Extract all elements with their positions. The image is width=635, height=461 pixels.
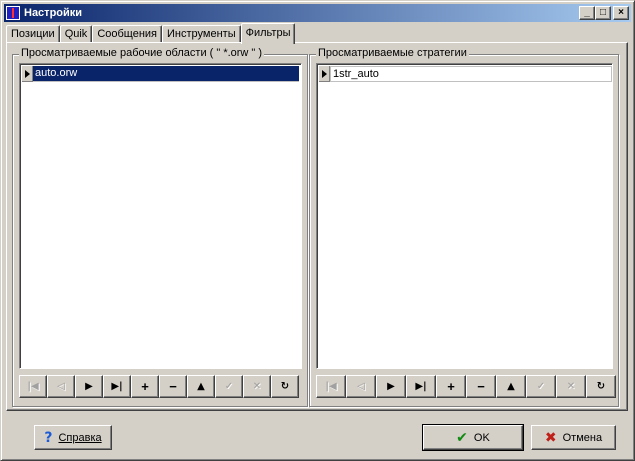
- plus-icon: +: [141, 379, 149, 394]
- post-record-button[interactable]: ✓: [526, 375, 556, 398]
- cancel-button-label: Отмена: [562, 431, 603, 444]
- workspaces-grid[interactable]: auto.orw: [19, 63, 302, 369]
- plus-icon: +: [447, 379, 455, 394]
- strategies-navigator: |◀ ◁ ▶ ▶| + − ▲ ✓ ✕ ↻: [316, 375, 616, 398]
- refresh-icon: ↻: [280, 380, 290, 392]
- first-record-button[interactable]: |◀: [19, 375, 47, 398]
- strategies-group-title: Просматриваемые стратегии: [316, 47, 469, 59]
- delete-record-button[interactable]: −: [159, 375, 187, 398]
- insert-record-button[interactable]: +: [131, 375, 159, 398]
- last-record-button[interactable]: ▶|: [406, 375, 436, 398]
- first-record-icon: |◀: [325, 380, 337, 392]
- refresh-button[interactable]: ↻: [586, 375, 616, 398]
- tab-messages[interactable]: Сообщения: [92, 25, 163, 43]
- post-record-button[interactable]: ✓: [215, 375, 243, 398]
- cross-icon: ✖: [544, 429, 557, 446]
- tab-strip: Позиции Quik Сообщения Инструменты Фильт…: [6, 23, 296, 44]
- row-indicator-icon: [22, 66, 33, 82]
- x-icon: ✕: [252, 380, 262, 392]
- prior-record-icon: ◁: [357, 380, 365, 392]
- minus-icon: −: [169, 379, 177, 394]
- maximize-button[interactable]: □: [595, 6, 611, 20]
- workspaces-group: Просматриваемые рабочие области ( " *.or…: [12, 47, 308, 407]
- insert-record-button[interactable]: +: [436, 375, 466, 398]
- tab-quik[interactable]: Quik: [59, 25, 93, 43]
- cancel-button[interactable]: ✖ Отмена: [531, 425, 616, 450]
- next-record-icon: ▶: [387, 380, 395, 392]
- checkmark-icon: ✔: [456, 429, 468, 446]
- edit-record-button[interactable]: ▲: [496, 375, 526, 398]
- tab-instruments[interactable]: Инструменты: [162, 25, 241, 43]
- next-record-button[interactable]: ▶: [75, 375, 103, 398]
- help-button[interactable]: ? Справка: [34, 425, 112, 450]
- tab-positions[interactable]: Позиции: [6, 25, 60, 43]
- last-record-button[interactable]: ▶|: [103, 375, 131, 398]
- ok-button-label: OK: [473, 431, 490, 444]
- row-indicator-icon: [319, 66, 330, 82]
- minimize-button[interactable]: _: [579, 6, 595, 20]
- check-icon: ✓: [224, 380, 234, 392]
- last-record-icon: ▶|: [415, 380, 427, 392]
- prior-record-button[interactable]: ◁: [346, 375, 376, 398]
- edit-record-button[interactable]: ▲: [187, 375, 215, 398]
- filters-tab-panel: Просматриваемые рабочие области ( " *.or…: [6, 42, 628, 411]
- last-record-icon: ▶|: [111, 380, 123, 392]
- tab-filters[interactable]: Фильтры: [240, 23, 296, 44]
- next-record-icon: ▶: [85, 380, 93, 392]
- next-record-button[interactable]: ▶: [376, 375, 406, 398]
- workspace-cell[interactable]: auto.orw: [33, 66, 299, 82]
- triangle-up-icon: ▲: [507, 380, 515, 392]
- first-record-button[interactable]: |◀: [316, 375, 346, 398]
- window-controls: _ □ ×: [579, 6, 629, 20]
- question-icon: ?: [44, 429, 53, 446]
- minus-icon: −: [477, 379, 485, 394]
- window-title: Настройки: [24, 7, 83, 19]
- table-row[interactable]: auto.orw: [22, 66, 299, 82]
- cancel-record-button[interactable]: ✕: [556, 375, 586, 398]
- cancel-record-button[interactable]: ✕: [243, 375, 271, 398]
- refresh-icon: ↻: [596, 380, 606, 392]
- title-bar[interactable]: Настройки _ □ ×: [4, 4, 631, 22]
- app-icon: [6, 6, 20, 20]
- workspaces-group-title: Просматриваемые рабочие области ( " *.or…: [19, 47, 265, 59]
- first-record-icon: |◀: [27, 380, 39, 392]
- table-row[interactable]: 1str_auto: [319, 66, 612, 82]
- delete-record-button[interactable]: −: [466, 375, 496, 398]
- prior-record-icon: ◁: [57, 380, 65, 392]
- x-icon: ✕: [566, 380, 576, 392]
- close-button[interactable]: ×: [613, 6, 629, 20]
- strategy-cell[interactable]: 1str_auto: [330, 66, 612, 82]
- dialog-footer: ? Справка ✔ OK ✖ Отмена: [1, 415, 634, 459]
- refresh-button[interactable]: ↻: [271, 375, 299, 398]
- workspaces-navigator: |◀ ◁ ▶ ▶| + − ▲ ✓ ✕ ↻: [19, 375, 299, 398]
- prior-record-button[interactable]: ◁: [47, 375, 75, 398]
- check-icon: ✓: [536, 380, 546, 392]
- strategies-grid[interactable]: 1str_auto: [316, 63, 613, 369]
- settings-window: Настройки _ □ × Позиции Quik Сообщения И…: [0, 0, 635, 461]
- help-button-label: Справка: [58, 431, 102, 444]
- triangle-up-icon: ▲: [197, 380, 205, 392]
- ok-button[interactable]: ✔ OK: [423, 425, 523, 450]
- strategies-group: Просматриваемые стратегии 1str_auto |◀ ◁…: [309, 47, 619, 407]
